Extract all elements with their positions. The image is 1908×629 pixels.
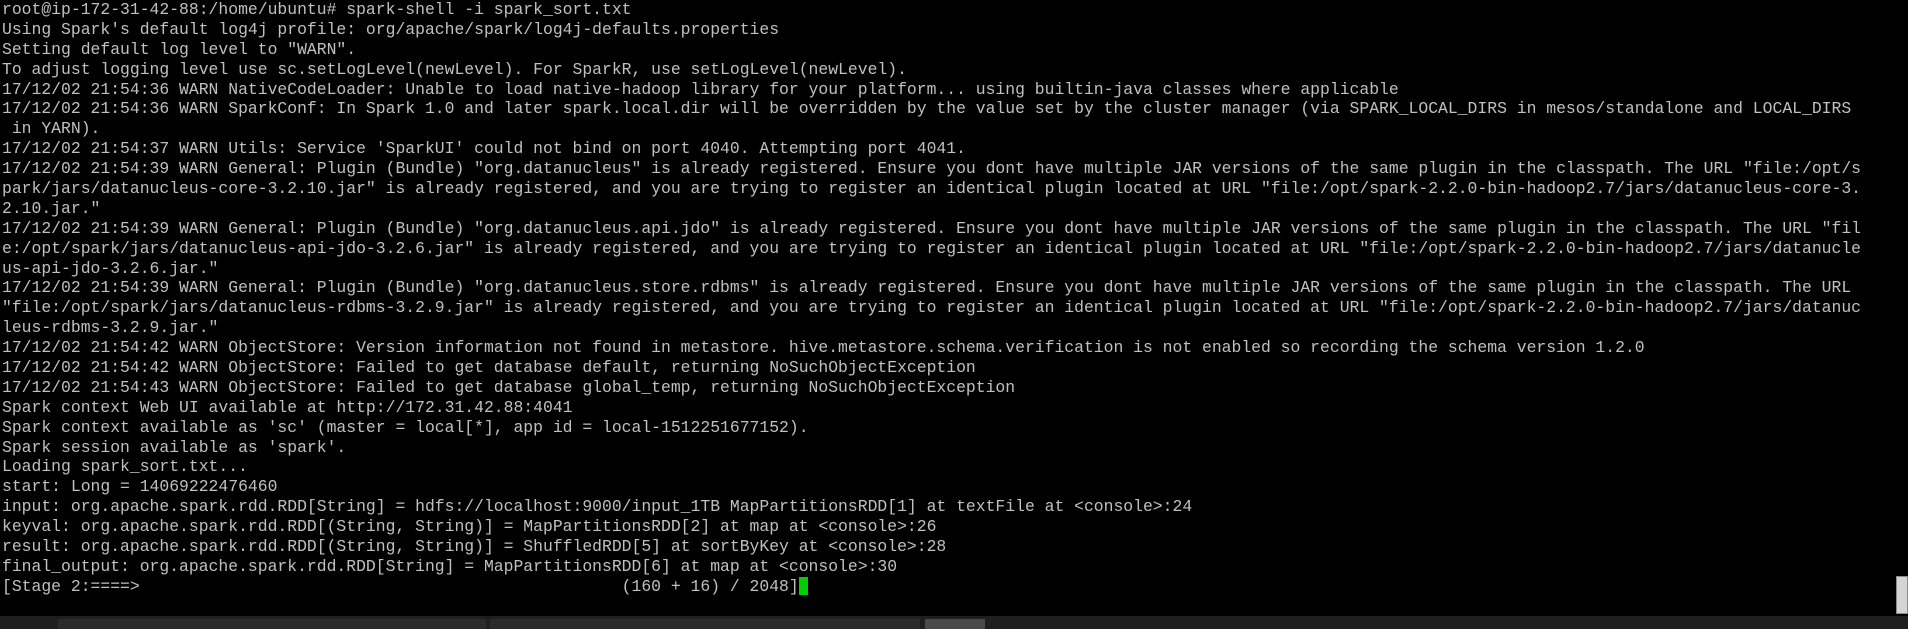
terminal-line: 17/12/02 21:54:39 WARN General: Plugin (… (2, 218, 1862, 238)
terminal-line: leus-rdbms-3.2.9.jar." (2, 318, 219, 338)
stage-progress-text: [Stage 2:====> (160 + 16) / 2048] (2, 576, 799, 596)
vertical-scrollbar[interactable] (1896, 0, 1908, 616)
taskbar-item-active[interactable] (925, 619, 985, 629)
terminal-line: 17/12/02 21:54:36 WARN NativeCodeLoader:… (2, 79, 1399, 99)
terminal-line: To adjust logging level use sc.setLogLev… (2, 59, 907, 79)
terminal-line: 17/12/02 21:54:39 WARN General: Plugin (… (2, 278, 1852, 298)
scrollbar-thumb[interactable] (1896, 576, 1908, 614)
terminal-line: Loading spark_sort.txt... (2, 457, 248, 477)
terminal-line: in YARN). (2, 119, 101, 139)
taskbar-item[interactable] (58, 619, 486, 629)
terminal-line: 17/12/02 21:54:42 WARN ObjectStore: Fail… (2, 358, 976, 378)
terminal-line: final_output: org.apache.spark.rdd.RDD[S… (2, 556, 898, 576)
terminal-line: root@ip-172-31-42-88:/home/ubuntu# spark… (2, 0, 632, 19)
terminal-line: 17/12/02 21:54:39 WARN General: Plugin (… (2, 159, 1862, 179)
terminal-line: 2.10.jar." (2, 198, 101, 218)
terminal-line: keyval: org.apache.spark.rdd.RDD[(String… (2, 517, 937, 537)
terminal-line: e:/opt/spark/jars/datanucleus-api-jdo-3.… (2, 238, 1862, 258)
terminal-line: start: Long = 14069222476460 (2, 477, 278, 497)
terminal-line: Using Spark's default log4j profile: org… (2, 19, 780, 39)
terminal-prompt-line[interactable]: [Stage 2:====> (160 + 16) / 2048] (2, 576, 1896, 597)
terminal-line: 17/12/02 21:54:37 WARN Utils: Service 'S… (2, 139, 966, 159)
terminal-line: us-api-jdo-3.2.6.jar." (2, 258, 219, 278)
taskbar (0, 616, 1908, 629)
terminal-line: 17/12/02 21:54:36 WARN SparkConf: In Spa… (2, 99, 1852, 119)
terminal-line: Setting default log level to "WARN". (2, 39, 357, 59)
terminal-line: result: org.apache.spark.rdd.RDD[(String… (2, 537, 947, 557)
terminal-line: 17/12/02 21:54:42 WARN ObjectStore: Vers… (2, 338, 1645, 358)
terminal-line: 17/12/02 21:54:43 WARN ObjectStore: Fail… (2, 377, 1016, 397)
terminal-line: Spark session available as 'spark'. (2, 437, 347, 457)
terminal-line: park/jars/datanucleus-core-3.2.10.jar" i… (2, 179, 1862, 199)
block-cursor-icon (798, 576, 808, 595)
terminal-line: "file:/opt/spark/jars/datanucleus-rdbms-… (2, 298, 1862, 318)
terminal-line: input: org.apache.spark.rdd.RDD[String] … (2, 497, 1193, 517)
terminal-window[interactable]: root@ip-172-31-42-88:/home/ubuntu# spark… (0, 0, 1896, 616)
terminal-line: Spark context available as 'sc' (master … (2, 417, 809, 437)
terminal-line: Spark context Web UI available at http:/… (2, 397, 573, 417)
taskbar-item[interactable] (490, 619, 920, 629)
